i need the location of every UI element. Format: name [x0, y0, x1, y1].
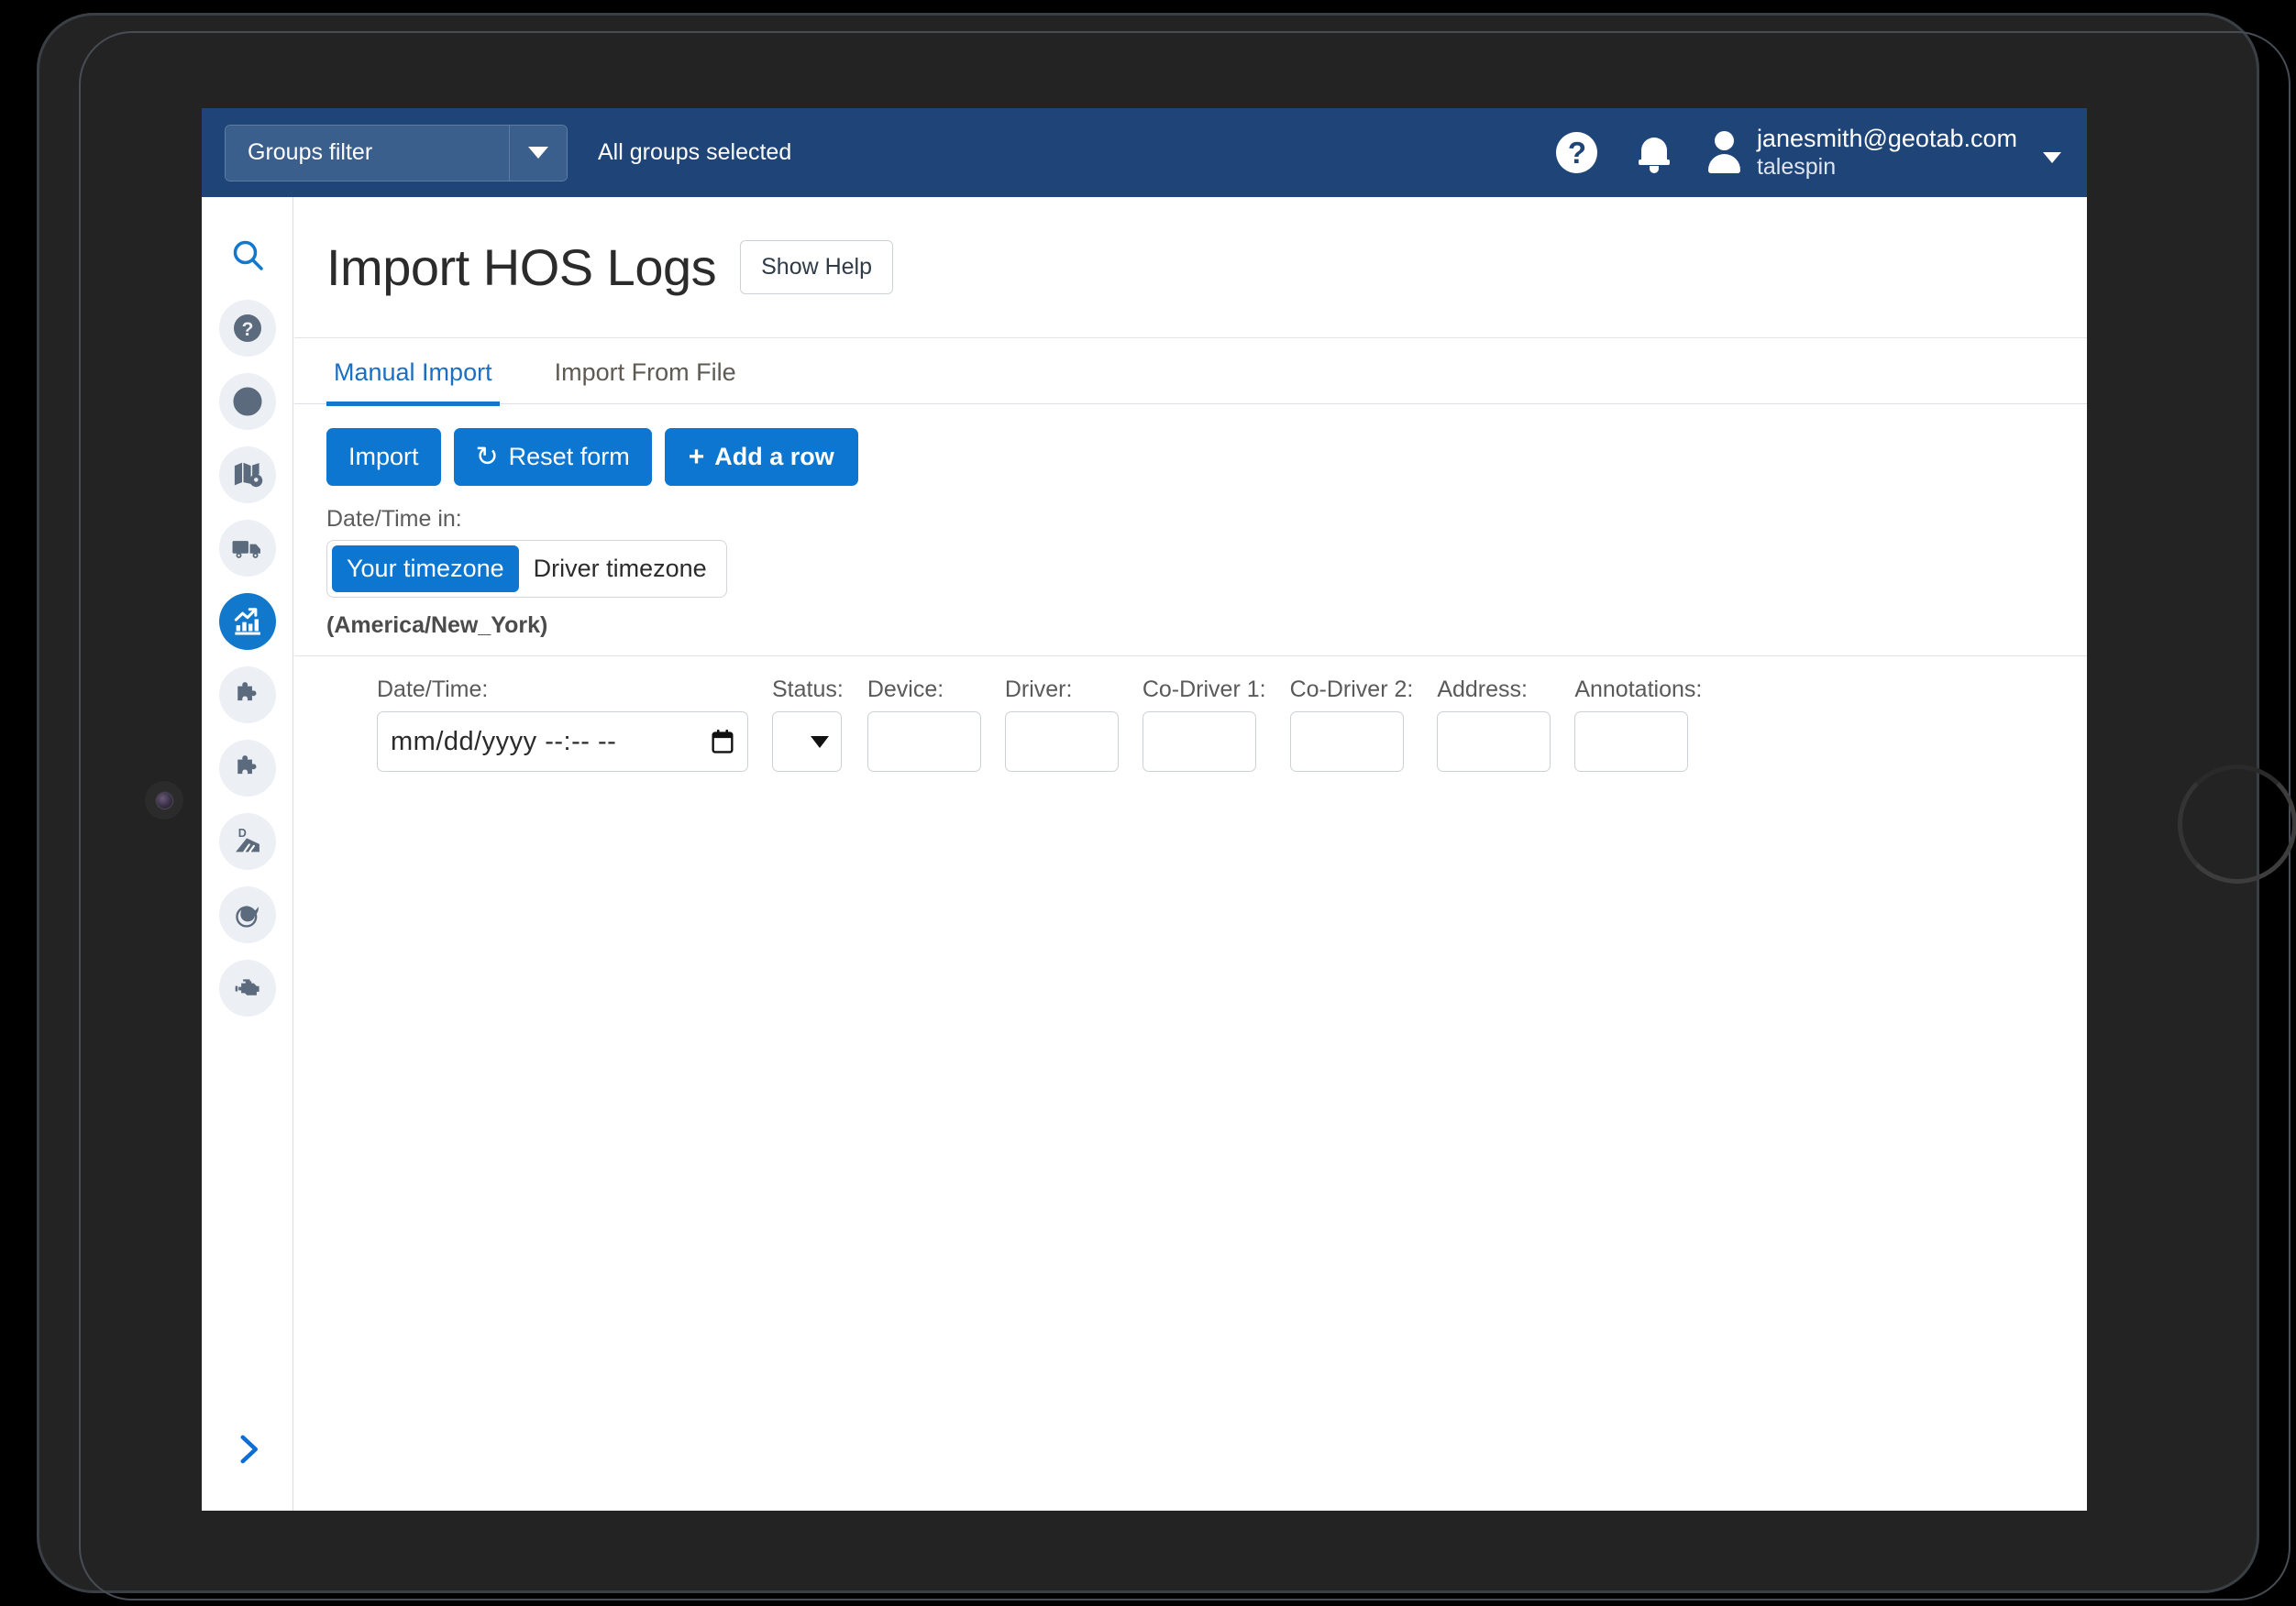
import-button[interactable]: Import — [326, 428, 441, 486]
plus-icon: + — [688, 441, 705, 472]
field-label-device: Device: — [867, 676, 944, 702]
groups-filter-control[interactable]: Groups filter — [225, 124, 568, 182]
map-pin-icon — [234, 462, 262, 488]
notification-bell-icon — [1638, 135, 1670, 173]
svg-text:D: D — [237, 827, 246, 840]
timezone-section: Date/Time in: Your timezone Driver timez… — [294, 486, 2087, 639]
sidebar-item-addins-1[interactable] — [218, 666, 276, 723]
field-label-driver: Driver: — [1004, 676, 1073, 702]
add-a-row-button-label: Add a row — [714, 443, 834, 470]
field-label-annotations: Annotations: — [1574, 676, 1703, 702]
user-database-label: talespin — [1756, 153, 1837, 180]
top-header-bar: Groups filter All groups selected ? jane… — [202, 108, 2087, 197]
question-mark-circle-icon: ? — [1556, 132, 1598, 173]
status-select[interactable] — [772, 711, 842, 772]
field-annotations: Annotations: — [1574, 676, 1702, 772]
field-label-codriver1: Co-Driver 1: — [1142, 676, 1266, 702]
main-content: Import HOS Logs Show Help Manual Import … — [294, 197, 2087, 1511]
sidebar-item-vehicles[interactable] — [218, 520, 276, 577]
chevron-right-icon — [239, 1435, 258, 1464]
driver-input[interactable] — [1004, 711, 1119, 772]
field-datetime: Date/Time: mm/dd/yyyy --:-- -- — [377, 676, 748, 772]
tab-import-from-file[interactable]: Import From File — [547, 358, 744, 406]
groups-selected-status: All groups selected — [598, 139, 792, 165]
tab-manual-import[interactable]: Manual Import — [326, 358, 500, 406]
timezone-section-label: Date/Time in: — [326, 506, 462, 532]
show-help-button[interactable]: Show Help — [740, 240, 894, 294]
bar-chart-up-icon — [234, 608, 260, 635]
sidebar-item-driving[interactable]: D — [218, 813, 276, 870]
app-screen: Groups filter All groups selected ? jane… — [202, 108, 2087, 1511]
fuel-leaf-icon — [235, 906, 259, 928]
chevron-down-icon — [811, 735, 829, 748]
tab-bar: Manual Import Import From File — [294, 338, 2087, 406]
sidebar-item-search[interactable] — [219, 226, 276, 283]
field-label-status: Status: — [772, 676, 844, 702]
calendar-icon[interactable] — [711, 729, 734, 754]
sidebar-item-reports[interactable] — [218, 593, 276, 650]
truck-icon — [232, 541, 260, 558]
sidebar-item-map[interactable] — [218, 446, 276, 503]
avatar — [1704, 131, 1744, 174]
sidebar-item-dashboard[interactable] — [218, 373, 276, 430]
help-button[interactable]: ? — [1539, 115, 1616, 192]
sidebar-item-fuel[interactable] — [218, 886, 276, 943]
groups-filter-label[interactable]: Groups filter — [226, 125, 510, 181]
svg-text:?: ? — [241, 319, 253, 340]
sidebar-item-addins-2[interactable] — [218, 740, 276, 797]
user-menu[interactable]: janesmith@geotab.com talespin — [1693, 125, 2061, 181]
page-title: Import HOS Logs — [326, 238, 717, 296]
timezone-current-zone: (America/New_York) — [326, 612, 548, 638]
refresh-icon: ↻ — [475, 441, 499, 472]
sidebar-item-help[interactable]: ? — [218, 300, 276, 357]
sidebar-expand-button[interactable] — [219, 1421, 276, 1478]
page-header: Import HOS Logs Show Help — [294, 197, 2087, 338]
user-email-label: janesmith@geotab.com — [1756, 124, 2017, 152]
reset-form-button-label: Reset form — [508, 443, 630, 470]
field-status: Status: — [772, 676, 844, 772]
address-input[interactable] — [1437, 711, 1551, 772]
field-codriver2: Co-Driver 2: — [1289, 676, 1414, 772]
chevron-down-icon — [528, 147, 548, 159]
reset-form-button[interactable]: ↻ Reset form — [453, 428, 652, 486]
field-label-datetime: Date/Time: — [377, 676, 489, 702]
table-row: Date/Time: mm/dd/yyyy --:-- -- Status: D… — [294, 676, 2087, 772]
puzzle-piece-icon — [237, 682, 256, 701]
field-codriver1: Co-Driver 1: — [1142, 676, 1266, 772]
action-toolbar: Import ↻ Reset form + Add a row — [294, 404, 2087, 486]
import-button-label: Import — [348, 443, 419, 470]
datetime-input-value: mm/dd/yyyy --:-- -- — [391, 726, 617, 756]
tablet-camera-icon — [145, 781, 183, 820]
engine-icon — [235, 979, 259, 996]
field-label-address: Address: — [1437, 676, 1528, 702]
timezone-option-your[interactable]: Your timezone — [332, 545, 519, 592]
log-rows-area: Date/Time: mm/dd/yyyy --:-- -- Status: D… — [294, 656, 2087, 772]
datetime-input[interactable]: mm/dd/yyyy --:-- -- — [377, 711, 748, 772]
sidebar-item-engine[interactable] — [218, 960, 276, 1017]
left-nav-rail: ? D — [202, 197, 293, 1511]
help-circle-icon: ? — [233, 314, 261, 342]
field-device: Device: — [867, 676, 981, 772]
codriver2-input[interactable] — [1289, 711, 1404, 772]
puzzle-piece-icon — [237, 755, 256, 775]
timezone-option-driver[interactable]: Driver timezone — [519, 545, 722, 592]
chevron-down-icon[interactable] — [2043, 152, 2061, 164]
loading-spinner-icon — [2178, 764, 2296, 884]
field-address: Address: — [1437, 676, 1551, 772]
codriver1-input[interactable] — [1142, 711, 1256, 772]
annotations-input[interactable] — [1574, 711, 1689, 772]
timezone-toggle-group[interactable]: Your timezone Driver timezone — [326, 540, 727, 598]
header-actions: ? janesmith@geotab.com talespin — [1539, 115, 2087, 192]
search-icon — [233, 240, 263, 270]
groups-filter-dropdown-button[interactable] — [510, 125, 567, 181]
notifications-button[interactable] — [1616, 115, 1693, 192]
device-input[interactable] — [867, 711, 981, 772]
field-driver: Driver: — [1004, 676, 1119, 772]
field-label-codriver2: Co-Driver 2: — [1289, 676, 1414, 702]
pie-chart-icon — [232, 387, 262, 416]
d-road-icon: D — [235, 827, 259, 853]
add-a-row-button[interactable]: + Add a row — [664, 428, 858, 486]
